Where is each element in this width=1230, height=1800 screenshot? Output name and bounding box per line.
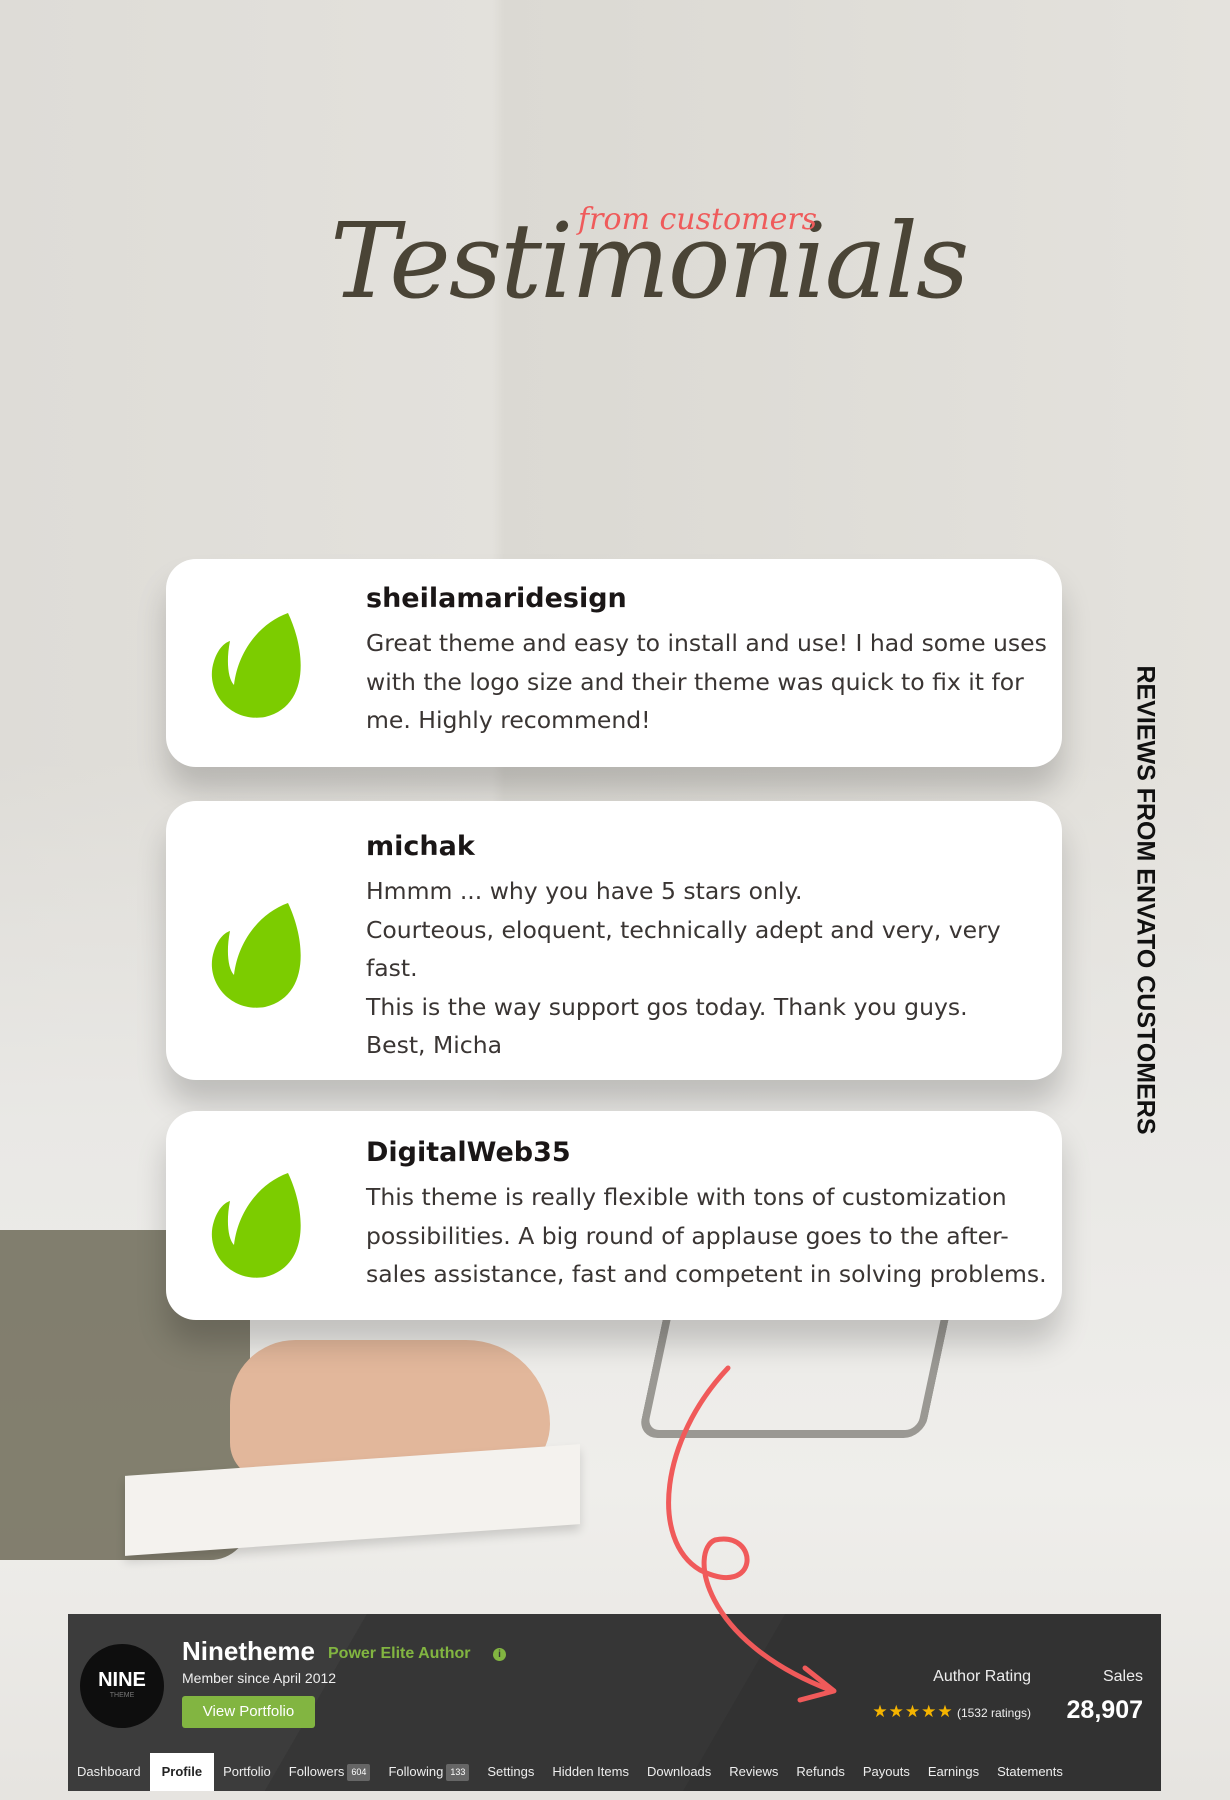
page-subtitle: from customers [578,202,818,237]
tab-label: Followers [288,1764,345,1779]
followers-count: 604 [347,1763,371,1781]
review-card: DigitalWeb35 This theme is really flexib… [166,1111,1062,1320]
reviewer-name: sheilamaridesign [366,583,627,614]
tab-label: Portfolio [223,1764,271,1779]
avatar-text: NINE [98,1669,146,1691]
tab-label: Downloads [646,1764,712,1779]
envato-leaf-icon [211,1173,301,1278]
sales-count: 28,907 [1066,1696,1143,1724]
tab-followers[interactable]: Followers 604 [280,1753,380,1791]
sales-label: Sales [1102,1668,1143,1685]
reviewer-name: michak [366,831,475,862]
tab-payouts[interactable]: Payouts [854,1753,919,1791]
member-since: Member since April 2012 [182,1670,337,1686]
envato-leaf-icon [211,903,301,1008]
avatar-subtext: THEME [109,1692,135,1699]
tab-label: Dashboard [77,1764,141,1779]
author-badge: Power Elite Author [328,1645,471,1662]
author-rating-label: Author Rating [933,1668,1031,1685]
tab-label: Statements [997,1764,1063,1779]
reviewer-name: DigitalWeb35 [366,1137,571,1168]
envato-leaf-icon [211,613,301,718]
review-text: Great theme and easy to install and use!… [366,629,1047,734]
info-icon[interactable]: i [493,1648,506,1661]
side-label: REVIEWS FROM ENVATO CUSTOMERS [1131,665,1160,1135]
tab-earnings[interactable]: Earnings [919,1753,988,1791]
tab-label: Following [388,1764,444,1779]
ratings-count: (1532 ratings) [956,1706,1031,1720]
tab-profile[interactable]: Profile [149,1753,215,1791]
tab-settings[interactable]: Settings [478,1753,543,1791]
tab-label: Settings [487,1764,535,1779]
review-card: michak Hmmm ... why you have 5 stars onl… [166,801,1062,1080]
tab-label: Reviews [729,1764,779,1779]
tab-hidden-items[interactable]: Hidden Items [543,1753,638,1791]
tab-refunds[interactable]: Refunds [787,1753,853,1791]
tab-label: Profile [161,1764,203,1779]
review-card: sheilamaridesign Great theme and easy to… [166,559,1062,767]
tab-label: Payouts [862,1764,910,1779]
tab-following[interactable]: Following 133 [379,1753,478,1791]
tab-dashboard[interactable]: Dashboard [68,1753,150,1791]
tab-label: Earnings [927,1764,980,1779]
following-count: 133 [446,1763,470,1781]
tab-statements[interactable]: Statements [988,1753,1072,1791]
review-text: This theme is really flexible with tons … [366,1183,1047,1288]
tab-downloads[interactable]: Downloads [638,1753,720,1791]
envato-profile-bar: NINE THEME Ninetheme Power Elite Author … [68,1614,1161,1791]
tab-label: Refunds [796,1764,845,1779]
profile-tabs: Dashboard Profile Portfolio Followers 604… [68,1753,1072,1791]
background-tablet-stand [637,1320,949,1438]
tab-reviews[interactable]: Reviews [720,1753,787,1791]
review-text: Hmmm ... why you have 5 stars only. Cour… [366,877,1001,1059]
star-icons: ★★★★★ [872,1702,954,1721]
tab-label: Hidden Items [552,1764,629,1779]
username[interactable]: Ninetheme [182,1636,315,1667]
rating-stars: ★★★★★ (1532 ratings) [872,1702,1031,1722]
view-portfolio-button[interactable]: View Portfolio [182,1696,315,1728]
avatar: NINE THEME [80,1644,164,1728]
tab-portfolio[interactable]: Portfolio [214,1753,280,1791]
